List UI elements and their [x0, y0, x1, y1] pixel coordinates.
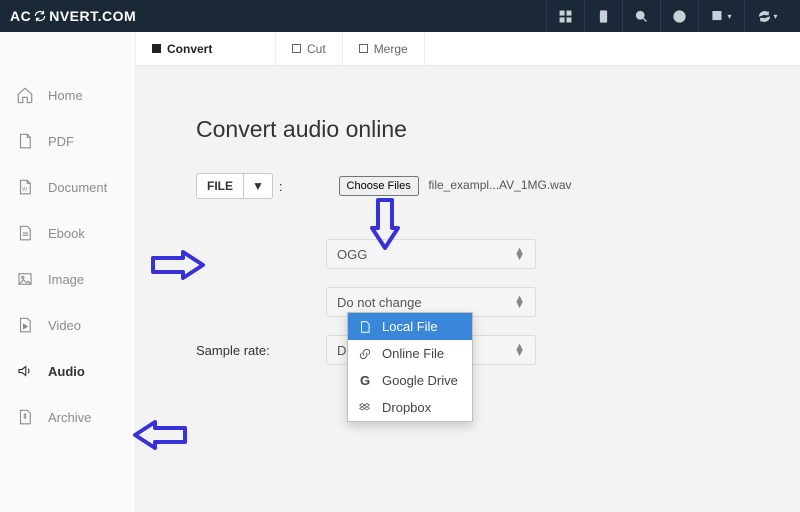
archive-icon	[16, 408, 34, 426]
updown-icon: ▲▼	[514, 344, 525, 356]
sidebar-item-document[interactable]: W Document	[0, 164, 135, 210]
colon: :	[279, 179, 283, 194]
dropbox-icon	[358, 401, 372, 415]
search-button[interactable]	[622, 0, 660, 32]
sidebar-item-label: Image	[48, 272, 84, 287]
sidebar-item-ebook[interactable]: Ebook	[0, 210, 135, 256]
row-target: OGG ▲▼	[196, 239, 766, 269]
dropdown-item-label: Dropbox	[382, 400, 431, 415]
sidebar-item-label: Audio	[48, 364, 85, 379]
main: Convert Cut Merge Convert audio online F…	[136, 32, 800, 512]
select-value: OGG	[337, 247, 367, 262]
help-button[interactable]	[660, 0, 698, 32]
sidebar-item-label: Video	[48, 318, 81, 333]
ebook-icon	[16, 224, 34, 242]
topbar: AC NVERT.COM ▾ ▾	[0, 0, 800, 32]
annotation-arrow-right	[150, 250, 208, 280]
sidebar-item-label: Document	[48, 180, 107, 195]
sidebar-item-audio[interactable]: Audio	[0, 348, 135, 394]
tab-cut[interactable]: Cut	[276, 32, 343, 65]
sidebar-item-pdf[interactable]: PDF	[0, 118, 135, 164]
row-bitrate: Do not change ▲▼	[196, 287, 766, 317]
sidebar-item-label: Home	[48, 88, 83, 103]
file-caret[interactable]: ▼	[243, 174, 272, 198]
sidebar-item-image[interactable]: Image	[0, 256, 135, 302]
sidebar: Home PDF W Document Ebook Image Video Aud…	[0, 32, 136, 512]
square-icon	[152, 44, 161, 53]
select-value: Do not change	[337, 295, 422, 310]
page-title: Convert audio online	[196, 116, 766, 143]
image-icon	[16, 270, 34, 288]
sidebar-item-label: PDF	[48, 134, 74, 149]
file-chooser: Choose Files file_exampl...AV_1MG.wav	[339, 176, 572, 196]
logo-text-right: NVERT.COM	[49, 8, 136, 24]
file-icon	[358, 320, 372, 334]
updown-icon: ▲▼	[514, 296, 525, 308]
logo[interactable]: AC NVERT.COM	[10, 8, 136, 24]
reload-button[interactable]: ▾	[744, 0, 790, 32]
dropdown-item-label: Google Drive	[382, 373, 458, 388]
tab-merge[interactable]: Merge	[343, 32, 425, 65]
target-select[interactable]: OGG ▲▼	[326, 239, 536, 269]
dropdown-item-gdrive[interactable]: G Google Drive	[348, 367, 472, 394]
tabs: Convert Cut Merge	[136, 32, 800, 66]
dropdown-item-label: Online File	[382, 346, 444, 361]
top-tools: ▾ ▾	[546, 0, 790, 32]
row-samplerate: Sample rate: Do not change ▲▼	[196, 335, 766, 365]
video-icon	[16, 316, 34, 334]
sidebar-item-video[interactable]: Video	[0, 302, 135, 348]
chosen-filename: file_exampl...AV_1MG.wav	[428, 178, 571, 192]
tab-label: Convert	[167, 42, 212, 56]
annotation-arrow-left	[130, 420, 188, 450]
language-button[interactable]: ▾	[698, 0, 744, 32]
tab-convert[interactable]: Convert	[136, 32, 276, 65]
file-source-dropdown: Local File Online File G Google Drive Dr…	[347, 312, 473, 422]
square-icon	[292, 44, 301, 53]
row-source: FILE ▼ : Choose Files file_exampl...AV_1…	[196, 173, 766, 199]
pdf-icon	[16, 132, 34, 150]
file-source-split: FILE ▼	[196, 173, 273, 199]
grid-button[interactable]	[546, 0, 584, 32]
logo-text-left: AC	[10, 8, 31, 24]
dropdown-item-local[interactable]: Local File	[348, 313, 472, 340]
google-icon: G	[358, 373, 372, 388]
tab-label: Cut	[307, 42, 326, 56]
samplerate-label: Sample rate:	[196, 343, 326, 358]
refresh-icon	[33, 9, 47, 23]
file-button[interactable]: FILE	[197, 174, 243, 198]
updown-icon: ▲▼	[514, 248, 525, 260]
sidebar-item-label: Ebook	[48, 226, 85, 241]
dropdown-item-online[interactable]: Online File	[348, 340, 472, 367]
annotation-arrow-down	[370, 197, 400, 253]
tab-label: Merge	[374, 42, 408, 56]
dropdown-item-dropbox[interactable]: Dropbox	[348, 394, 472, 421]
sidebar-item-home[interactable]: Home	[0, 72, 135, 118]
square-icon	[359, 44, 368, 53]
dropdown-item-label: Local File	[382, 319, 438, 334]
link-icon	[358, 347, 372, 361]
doc-icon: W	[16, 178, 34, 196]
svg-text:W: W	[22, 187, 27, 193]
sidebar-item-label: Archive	[48, 410, 91, 425]
audio-icon	[16, 362, 34, 380]
home-icon	[16, 86, 34, 104]
choose-files-button[interactable]: Choose Files	[339, 176, 419, 196]
sidebar-item-archive[interactable]: Archive	[0, 394, 135, 440]
device-button[interactable]	[584, 0, 622, 32]
